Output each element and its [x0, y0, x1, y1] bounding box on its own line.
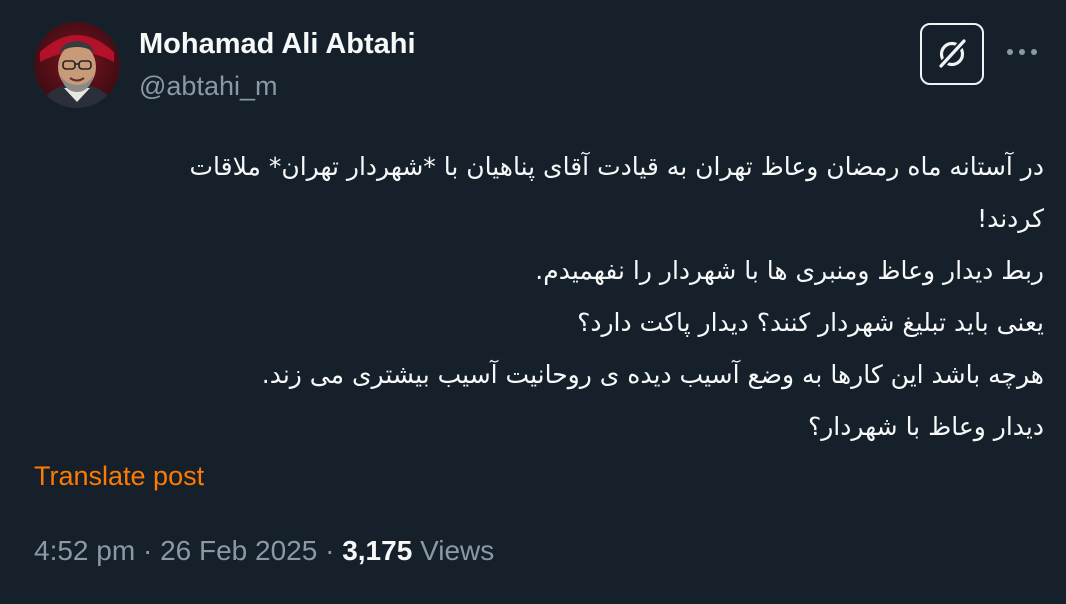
post-line: هرچه باشد این کارها به وضع آسیب دیده ی ر… [261, 360, 1044, 389]
post-meta: 4:52 pm · 26 Feb 2025 · 3,175 Views [34, 531, 494, 571]
views-count[interactable]: 3,175 [342, 535, 412, 566]
views-label: Views [420, 535, 495, 566]
post-line: ربط دیدار وعاظ ومنبری ها با شهردار را نف… [535, 256, 1044, 285]
meta-separator: · [325, 535, 335, 566]
grok-icon [939, 39, 966, 68]
profile-photo-icon [34, 22, 120, 108]
author-display-name[interactable]: Mohamad Ali Abtahi [139, 26, 416, 62]
post-line: در آستانه ماه رمضان وعاظ تهران به قیادت … [189, 152, 1045, 181]
post-line: کردند! [977, 204, 1044, 233]
author-handle[interactable]: @abtahi_m [139, 68, 416, 104]
tweet: Mohamad Ali Abtahi @abtahi_m در آستانه م… [0, 0, 1066, 604]
more-options-button[interactable] [1002, 35, 1042, 69]
translate-post-link[interactable]: Translate post [34, 458, 204, 494]
post-line: دیدار وعاظ با شهردار؟ [807, 412, 1044, 441]
avatar[interactable] [34, 22, 120, 108]
meta-separator: · [142, 535, 153, 566]
post-time[interactable]: 4:52 pm [34, 535, 135, 566]
post-line: یعنی باید تبلیغ شهردار کنند؟ دیدار پاکت … [577, 308, 1044, 337]
more-icon [1007, 49, 1037, 55]
post-text: در آستانه ماه رمضان وعاظ تهران به قیادت … [32, 141, 1045, 453]
post-date[interactable]: 26 Feb 2025 [160, 535, 317, 566]
grok-button[interactable] [920, 23, 984, 85]
author-info: Mohamad Ali Abtahi @abtahi_m [139, 26, 416, 104]
